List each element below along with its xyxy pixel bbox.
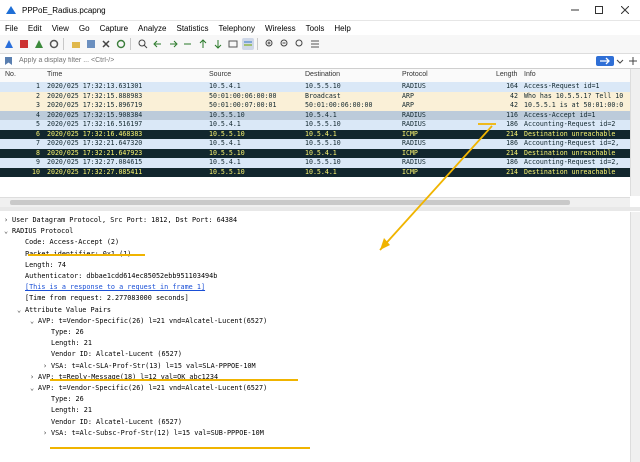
annotation-arrow — [379, 125, 493, 251]
annotation-overlay — [28, 123, 496, 449]
